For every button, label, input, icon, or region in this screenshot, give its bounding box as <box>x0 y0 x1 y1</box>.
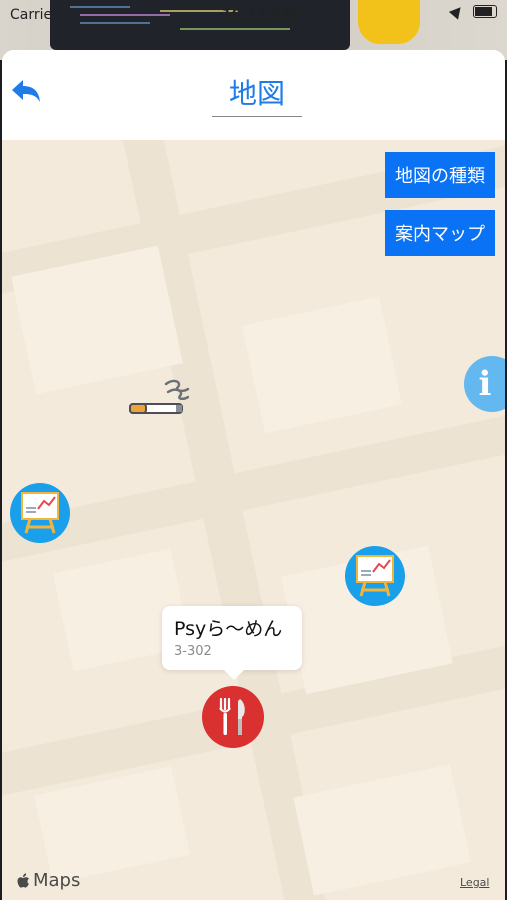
back-arrow-icon <box>12 80 40 102</box>
back-button[interactable] <box>8 74 44 110</box>
background-mug <box>358 0 420 44</box>
location-arrow-icon <box>448 3 466 20</box>
whiteboard-icon <box>356 555 394 597</box>
presentation-pin-2[interactable] <box>345 546 405 606</box>
whiteboard-icon <box>21 492 59 534</box>
page-title: 地図 <box>212 72 302 117</box>
smoking-icon <box>129 379 190 414</box>
callout-subtitle: 3-302 <box>174 644 212 659</box>
map-type-button[interactable]: 地図の種類 <box>385 152 495 198</box>
carrier-label: Carrie <box>10 7 53 23</box>
map-screen: 地図 地図の種類 案内マップ i Psyら～めん 3-302 Maps Lega… <box>2 50 505 900</box>
callout-title: Psyら～めん <box>174 618 283 640</box>
guide-map-button[interactable]: 案内マップ <box>385 210 495 256</box>
maps-label: Maps <box>33 870 81 891</box>
info-button[interactable]: i <box>464 356 505 412</box>
fork-knife-icon <box>219 697 245 735</box>
pin-callout[interactable]: Psyら～めん 3-302 <box>162 606 302 680</box>
nav-bar: 地図 <box>2 50 505 140</box>
map-view[interactable]: 地図の種類 案内マップ i Psyら～めん 3-302 Maps Legal <box>2 140 505 900</box>
apple-logo-icon <box>17 872 29 888</box>
presentation-pin-1[interactable] <box>10 483 70 543</box>
info-icon: i <box>478 364 492 404</box>
apple-maps-logo: Maps <box>16 870 80 891</box>
battery-icon <box>473 5 497 18</box>
smoking-area-pin[interactable] <box>128 378 194 424</box>
restaurant-pin[interactable] <box>202 686 264 748</box>
time-label: 10:11 AM <box>222 7 297 23</box>
legal-link[interactable]: Legal <box>460 876 489 889</box>
background-laptop <box>50 0 350 50</box>
status-icons <box>448 3 497 20</box>
